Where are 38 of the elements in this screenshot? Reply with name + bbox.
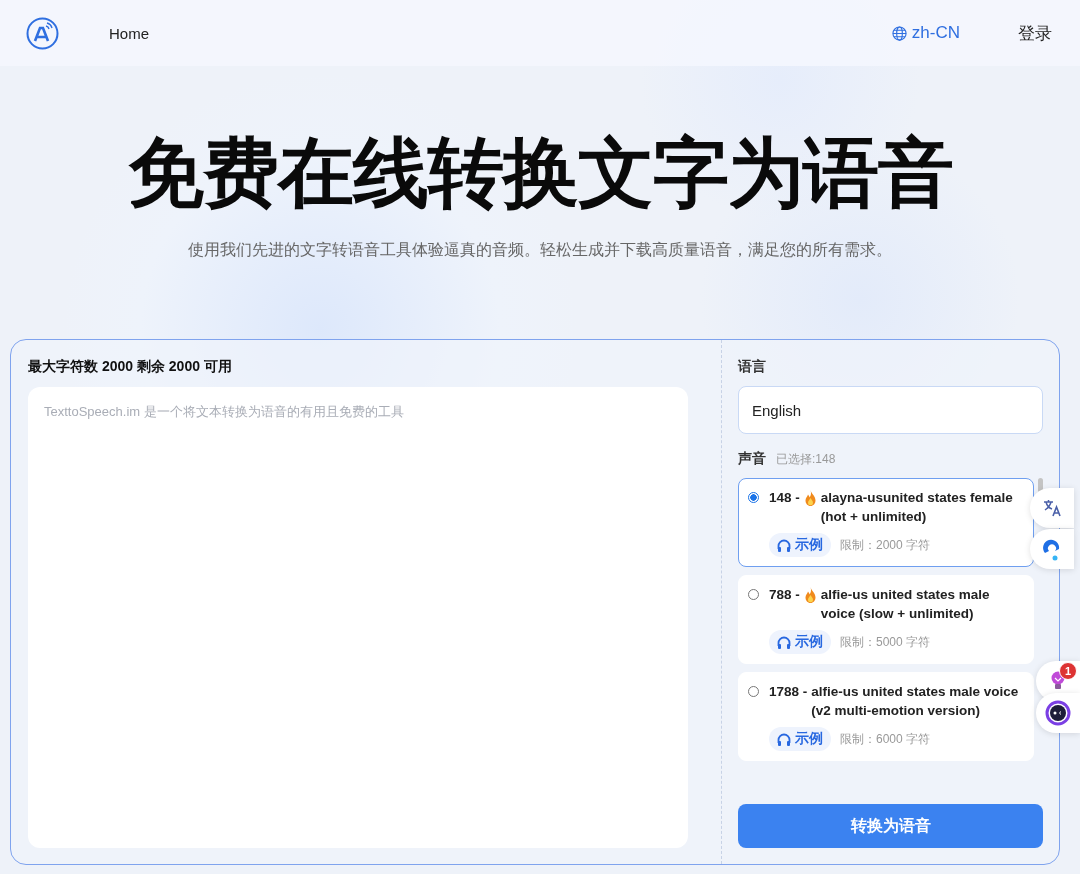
sample-button[interactable]: 示例 <box>769 630 831 654</box>
radio-button[interactable] <box>748 686 759 697</box>
language-switcher[interactable]: zh-CN <box>891 23 960 43</box>
voice-name: alfie-us united states male voice (slow + unlimited) <box>820 586 991 623</box>
character-limit: 最大字符数 2000 剩余 2000 可用 <box>28 358 233 376</box>
voice-name: alayna-usunited states female (hot + unlimited) <box>820 489 1014 526</box>
translate-icon <box>1042 498 1062 518</box>
voice-number: 148 - <box>769 489 800 507</box>
radio-button[interactable] <box>748 492 759 503</box>
voice-label: 声音 <box>738 450 766 468</box>
voice-option[interactable]: 788 - alfie-us united states male voice (slow + unlimited) 示例 限制：5000 字符 <box>738 575 1034 664</box>
character-limit: 限制：2000 字符 <box>840 536 931 554</box>
nav-link[interactable]: Home <box>109 24 149 42</box>
voice-name: alfie-us united states male voice (v2 multi-emotion version) <box>811 683 1020 720</box>
hero-title: 免费在线转换文字为语音 <box>127 129 953 217</box>
globe-icon <box>891 25 907 41</box>
face-icon <box>1045 700 1071 726</box>
logo-icon[interactable] <box>26 16 59 50</box>
voice-number: 1788 - <box>769 683 808 701</box>
hero-subtitle: 使用我们先进的文字转语音工具体验逼真的音频。轻松生成并下载高质量语音，满足您的所有需求。 <box>188 240 892 260</box>
login-link[interactable]: 登录 <box>1018 21 1052 45</box>
voice-option[interactable]: 1788 - alfie-us united states male voice (v2 multi-emotion version) 示例 限制：6000 字符 <box>738 672 1034 761</box>
character-limit: 限制：6000 字符 <box>840 730 931 748</box>
headphones-icon <box>777 635 791 649</box>
voice-number: 788 - <box>769 586 800 604</box>
headphones-icon <box>777 732 791 746</box>
notification-badge: 1 <box>1059 662 1077 680</box>
character-limit: 限制：5000 字符 <box>840 633 931 651</box>
language-label: 语言 <box>738 358 767 376</box>
sample-button[interactable]: 示例 <box>769 727 831 751</box>
convert-button[interactable]: 转换为语音 <box>738 804 1043 848</box>
side-widget-button[interactable] <box>1036 693 1080 733</box>
selected-voice-count: 已选择:148 <box>776 451 836 468</box>
radio-button[interactable] <box>748 589 759 600</box>
sample-button[interactable]: 示例 <box>769 533 831 557</box>
language-select[interactable]: English <box>738 386 1043 434</box>
headphones-icon <box>777 538 791 552</box>
voice-option[interactable]: 148 - alayna-usunited states female (hot + unlimited) 示例 限制：2000 字符 <box>738 478 1034 567</box>
